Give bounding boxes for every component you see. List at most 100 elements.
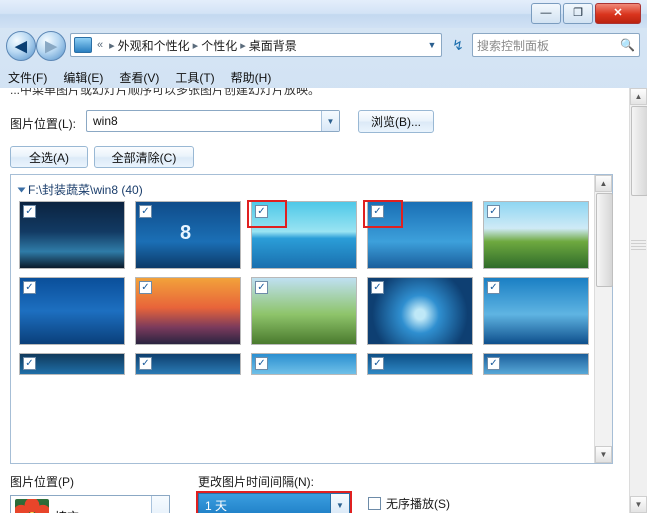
breadcrumb-separator-1: ▸ xyxy=(109,39,115,52)
thumbnail-glyph: 8 xyxy=(180,222,192,244)
content-panel: ...中菜单图片或幻灯片顺序可以多张图片创建幻灯片放映。 ▲ ▼ 图片位置(L)… xyxy=(0,88,647,513)
thumbnail-checkbox[interactable]: ✓ xyxy=(255,357,268,370)
shuffle-checkbox-row[interactable]: 无序播放(S) xyxy=(368,495,450,512)
close-button[interactable]: ✕ xyxy=(595,3,641,24)
thumbnail-checkbox[interactable]: ✓ xyxy=(371,357,384,370)
thumbnail-partial-3[interactable]: ✓ xyxy=(251,353,357,375)
scroll-up-icon[interactable]: ▲ xyxy=(630,88,647,105)
interval-value: 1 天 xyxy=(205,498,228,513)
scroll-down-icon[interactable]: ▼ xyxy=(630,496,647,513)
thumbnail-beach[interactable]: ✓ xyxy=(251,201,357,269)
thumbnail-row: ✓ ✓ ✓ ✓ ✓ xyxy=(19,353,589,375)
menu-item-edit[interactable]: 编辑(E) xyxy=(63,69,103,86)
thumbnail-windows-logo[interactable]: ✓ xyxy=(19,277,125,345)
search-box[interactable]: 搜索控制面板 🔍 xyxy=(472,33,640,57)
minimize-button[interactable]: — xyxy=(531,3,561,24)
thumbnail-checkbox[interactable]: ✓ xyxy=(487,281,500,294)
thumbnail-checkbox[interactable]: ✓ xyxy=(23,357,36,370)
breadcrumb-item-3[interactable]: 桌面背景 xyxy=(249,37,297,54)
thumbnail-sunset-lake[interactable]: ✓ xyxy=(135,277,241,345)
thumbnail-checkbox[interactable]: ✓ xyxy=(487,205,500,218)
picture-position-select[interactable]: 填充 ▼ xyxy=(10,495,170,513)
thumbnail-grid: ✓ 8 ✓ ✓ ✓ ✓ ✓ ✓ ✓ ✓ ✓ ✓ ✓ ✓ ✓ ✓ xyxy=(19,201,589,456)
scroll-down-icon[interactable]: ▼ xyxy=(595,446,612,463)
instruction-text: ...中菜单图片或幻灯片顺序可以多张图片创建幻灯片放映。 xyxy=(10,88,321,97)
picture-position-label: 图片位置(P) xyxy=(10,475,74,489)
thumbnail-blue-eight[interactable]: 8 ✓ xyxy=(135,201,241,269)
search-icon: 🔍 xyxy=(620,38,635,52)
control-panel-icon xyxy=(74,37,92,53)
thumbnail-checkbox[interactable]: ✓ xyxy=(139,357,152,370)
control-panel-window: — ❐ ✕ ◀ ▶ « ▸ 外观和个性化 ▸ 个性化 ▸ 桌面背景 ▼ ↯ 搜索… xyxy=(0,0,647,513)
flower-preview-icon xyxy=(15,499,49,513)
picture-location-row: 图片位置(L): win8 ▼ 浏览(B)... xyxy=(10,110,630,134)
title-bar: — ❐ ✕ xyxy=(0,0,647,28)
breadcrumb-item-1[interactable]: 外观和个性化 xyxy=(118,37,190,54)
thumbnail-checkbox[interactable]: ✓ xyxy=(487,357,500,370)
window-controls: — ❐ ✕ xyxy=(531,3,641,24)
collapse-triangle-icon[interactable] xyxy=(17,187,26,192)
scrollbar-grip xyxy=(631,240,646,250)
thumbnail-row: ✓ ✓ ✓ ✓ ✓ xyxy=(19,277,589,345)
back-button[interactable]: ◀ xyxy=(6,31,36,61)
group-header[interactable]: F:\封装蔬菜\win8 (40) xyxy=(17,181,143,198)
thumbnail-checkbox[interactable]: ✓ xyxy=(139,205,152,218)
thumbnail-checkbox[interactable]: ✓ xyxy=(255,281,268,294)
thumbnail-row: ✓ 8 ✓ ✓ ✓ ✓ xyxy=(19,201,589,269)
breadcrumb-prefix: « xyxy=(97,39,104,51)
breadcrumb[interactable]: « ▸ 外观和个性化 ▸ 个性化 ▸ 桌面背景 ▼ xyxy=(70,33,442,57)
chevron-down-icon[interactable]: ▼ xyxy=(423,34,441,56)
thumbnail-daisy[interactable]: ✓ xyxy=(251,277,357,345)
maximize-button[interactable]: ❐ xyxy=(563,3,593,24)
scrollbar-thumb[interactable] xyxy=(596,193,613,287)
picture-location-label: 图片位置(L): xyxy=(10,117,77,131)
menu-item-file[interactable]: 文件(F) xyxy=(8,69,47,86)
chevron-down-icon[interactable]: ▼ xyxy=(321,111,339,131)
thumbnail-checkbox[interactable]: ✓ xyxy=(23,205,36,218)
picture-location-value: win8 xyxy=(93,114,118,128)
picture-location-select[interactable]: win8 ▼ xyxy=(86,110,340,132)
breadcrumb-item-2[interactable]: 个性化 xyxy=(201,37,237,54)
shuffle-checkbox[interactable] xyxy=(368,497,381,510)
picture-position-value: 填充 xyxy=(55,508,79,513)
thumbnail-green-field[interactable]: ✓ xyxy=(483,201,589,269)
thumbnail-checkbox[interactable]: ✓ xyxy=(255,205,268,218)
shuffle-label: 无序播放(S) xyxy=(386,497,450,511)
chevron-down-icon[interactable]: ▼ xyxy=(330,494,349,513)
wallpaper-listbox[interactable]: F:\封装蔬菜\win8 (40) ✓ 8 ✓ ✓ ✓ ✓ ✓ ✓ ✓ ✓ ✓ … xyxy=(10,174,613,464)
forward-button[interactable]: ▶ xyxy=(36,31,66,61)
refresh-icon[interactable]: ↯ xyxy=(447,33,469,57)
thumbnail-checkbox[interactable]: ✓ xyxy=(371,205,384,218)
scroll-up-icon[interactable]: ▲ xyxy=(595,175,612,192)
page-scrollbar[interactable]: ▲ ▼ xyxy=(629,88,647,513)
scrollbar-thumb[interactable] xyxy=(631,106,647,196)
menu-item-tools[interactable]: 工具(T) xyxy=(175,69,214,86)
group-header-label: F:\封装蔬菜\win8 (40) xyxy=(28,183,143,197)
thumbnail-blue-wave[interactable]: ✓ xyxy=(367,201,473,269)
breadcrumb-separator-2: ▸ xyxy=(192,39,199,52)
thumbnail-windows8-blue[interactable]: ✓ xyxy=(483,277,589,345)
thumbnail-checkbox[interactable]: ✓ xyxy=(23,281,36,294)
menu-item-view[interactable]: 查看(V) xyxy=(119,69,159,86)
thumbnail-checkbox[interactable]: ✓ xyxy=(371,281,384,294)
browse-button[interactable]: 浏览(B)... xyxy=(358,110,434,133)
clear-all-button[interactable]: 全部清除(C) xyxy=(94,146,194,168)
listbox-scrollbar[interactable]: ▲ ▼ xyxy=(594,175,613,463)
select-all-button[interactable]: 全选(A) xyxy=(10,146,88,168)
menu-item-help[interactable]: 帮助(H) xyxy=(231,69,272,86)
bottom-row: 图片位置(P) xyxy=(10,473,630,490)
thumbnail-partial-4[interactable]: ✓ xyxy=(367,353,473,375)
thumbnail-partial-2[interactable]: ✓ xyxy=(135,353,241,375)
chevron-down-icon[interactable]: ▼ xyxy=(151,496,169,513)
thumbnail-partial-1[interactable]: ✓ xyxy=(19,353,125,375)
thumbnail-aurora[interactable]: ✓ xyxy=(19,201,125,269)
interval-select[interactable]: 1 天 ▼ xyxy=(198,493,350,513)
interval-label: 更改图片时间间隔(N): xyxy=(198,475,314,489)
thumbnail-blue-swirl[interactable]: ✓ xyxy=(367,277,473,345)
search-input[interactable]: 搜索控制面板 xyxy=(477,37,620,54)
menu-bar: 文件(F) 编辑(E) 查看(V) 工具(T) 帮助(H) xyxy=(0,66,647,88)
address-bar: ◀ ▶ « ▸ 外观和个性化 ▸ 个性化 ▸ 桌面背景 ▼ ↯ 搜索控制面板 🔍 xyxy=(0,28,647,64)
breadcrumb-separator-3: ▸ xyxy=(240,39,246,52)
thumbnail-partial-5[interactable]: ✓ xyxy=(483,353,589,375)
thumbnail-checkbox[interactable]: ✓ xyxy=(139,281,152,294)
